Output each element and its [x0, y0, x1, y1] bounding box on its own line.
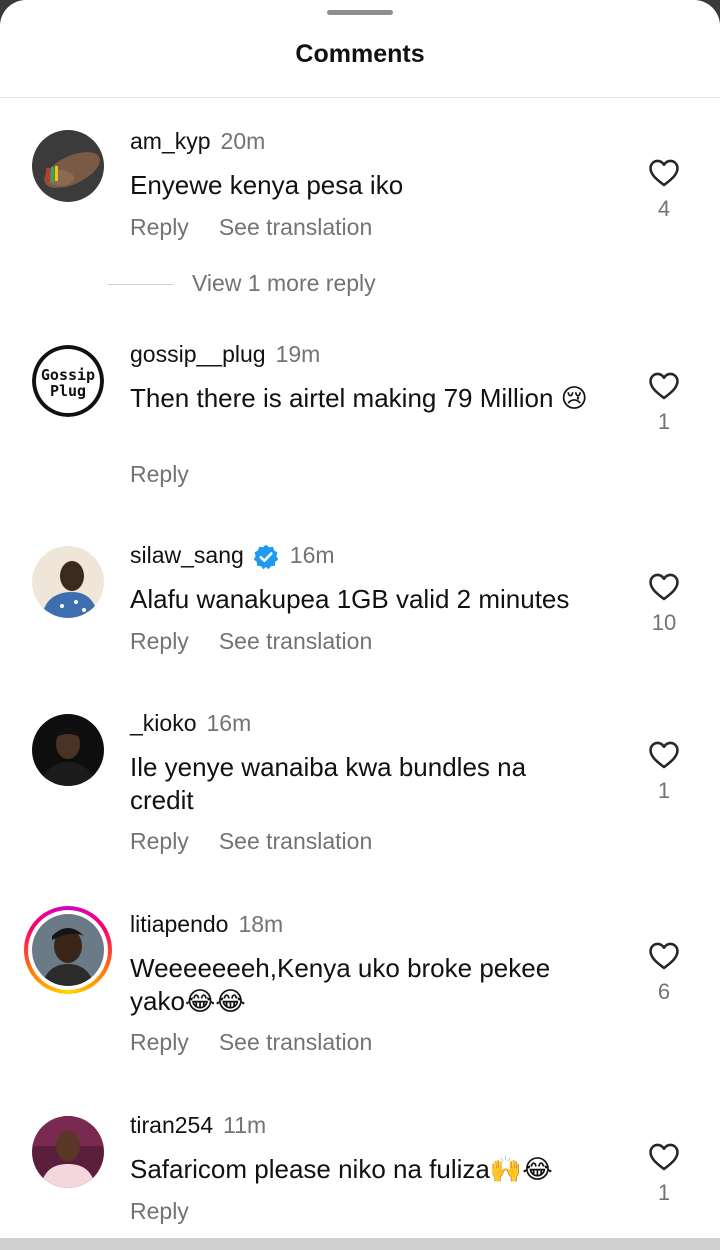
- comment-meta: tiran254 11m: [130, 1112, 266, 1139]
- see-translation-button[interactable]: See translation: [219, 1029, 372, 1056]
- comment-text-body: Safaricom please niko na fuliza: [130, 1154, 490, 1184]
- comment-text-body: Alafu wanakupea 1GB valid 2 minutes: [130, 584, 570, 614]
- comment-time: 19m: [275, 341, 321, 367]
- avatar[interactable]: [32, 714, 104, 786]
- sheet-drag-handle[interactable]: [327, 10, 393, 15]
- comment-time: 20m: [220, 128, 266, 154]
- like-control: 10: [640, 570, 688, 636]
- avatar-logo-line-2: Plug: [50, 382, 86, 400]
- like-count: 1: [657, 1180, 671, 1205]
- comment-username[interactable]: silaw_sang: [130, 542, 244, 568]
- reply-button[interactable]: Reply: [130, 1029, 189, 1056]
- avatar[interactable]: Gossip Plug: [32, 345, 104, 417]
- comment-text: Enyewe kenya pesa iko: [130, 169, 620, 202]
- comment-actions: Reply: [130, 1198, 219, 1225]
- like-control: 1: [640, 738, 688, 804]
- avatar[interactable]: [32, 546, 104, 618]
- like-count: 4: [657, 196, 671, 221]
- comment-time: 11m: [223, 1112, 267, 1138]
- verified-badge-icon: [252, 543, 280, 571]
- comment-actions: Reply See translation: [130, 1029, 372, 1056]
- sheet-title: Comments: [295, 40, 425, 68]
- comment-text: Weeeeeeeh,Kenya uko broke pekee yako😂😂: [130, 952, 610, 1018]
- comment-time: 18m: [238, 911, 284, 937]
- like-control: 6: [640, 939, 688, 1005]
- heart-outline-icon[interactable]: [647, 1140, 681, 1174]
- comment-text-body: Then there is airtel making 79 Million: [130, 383, 554, 413]
- avatar[interactable]: [32, 130, 104, 202]
- comment-text: Alafu wanakupea 1GB valid 2 minutes: [130, 583, 620, 616]
- comment-text: Ile yenye wanaiba kwa bundles na credit: [130, 751, 570, 817]
- like-count: 10: [651, 610, 677, 635]
- comment-emoji: 😂😂: [184, 986, 246, 1016]
- comment-time: 16m: [289, 542, 335, 568]
- comment-meta: silaw_sang 16m: [130, 542, 335, 571]
- comment-emoji: 🙌😂: [489, 1154, 553, 1184]
- comment-meta: _kioko 16m: [130, 710, 251, 737]
- replies-divider-line: [108, 284, 174, 285]
- comment-username[interactable]: _kioko: [130, 710, 196, 736]
- reply-button[interactable]: Reply: [130, 628, 189, 655]
- comment-emoji: 😢: [560, 383, 588, 413]
- story-ring-avatar[interactable]: [24, 906, 112, 994]
- see-translation-button[interactable]: See translation: [219, 628, 372, 655]
- comment-text-body: Ile yenye wanaiba kwa bundles na credit: [130, 752, 527, 815]
- comment-text: Then there is airtel making 79 Million 😢: [130, 382, 620, 415]
- like-control: 1: [640, 1140, 688, 1206]
- view-more-replies-label[interactable]: View 1 more reply: [192, 270, 376, 297]
- heart-outline-icon[interactable]: [647, 570, 681, 604]
- reply-button[interactable]: Reply: [130, 461, 189, 488]
- like-count: 6: [657, 979, 671, 1004]
- like-control: 4: [640, 156, 688, 222]
- like-count: 1: [657, 778, 671, 803]
- comment-username[interactable]: am_kyp: [130, 128, 211, 154]
- avatar[interactable]: [32, 1116, 104, 1188]
- header-divider: [0, 97, 720, 98]
- comment-username[interactable]: tiran254: [130, 1112, 213, 1138]
- heart-outline-icon[interactable]: [647, 369, 681, 403]
- comment-meta: gossip__plug 19m: [130, 341, 320, 368]
- comment-time: 16m: [206, 710, 252, 736]
- comment-actions: Reply: [130, 461, 219, 488]
- heart-outline-icon[interactable]: [647, 156, 681, 190]
- comment-username[interactable]: gossip__plug: [130, 341, 266, 367]
- reply-button[interactable]: Reply: [130, 214, 189, 241]
- comment-text: Safaricom please niko na fuliza🙌😂: [130, 1153, 620, 1186]
- see-translation-button[interactable]: See translation: [219, 828, 372, 855]
- bottom-edge-bar: [0, 1238, 720, 1250]
- comment-actions: Reply See translation: [130, 628, 372, 655]
- heart-outline-icon[interactable]: [647, 939, 681, 973]
- comment-username[interactable]: litiapendo: [130, 911, 228, 937]
- comment-actions: Reply See translation: [130, 214, 372, 241]
- see-translation-button[interactable]: See translation: [219, 214, 372, 241]
- like-control: 1: [640, 369, 688, 435]
- comment-text-body: Enyewe kenya pesa iko: [130, 170, 404, 200]
- reply-button[interactable]: Reply: [130, 1198, 189, 1225]
- like-count: 1: [657, 409, 671, 434]
- comment-meta: litiapendo 18m: [130, 911, 283, 938]
- comment-actions: Reply See translation: [130, 828, 372, 855]
- comment-meta: am_kyp 20m: [130, 128, 265, 155]
- heart-outline-icon[interactable]: [647, 738, 681, 772]
- comments-sheet: Comments am_kyp 20m Enyewe kenya pesa iko…: [0, 0, 720, 1250]
- reply-button[interactable]: Reply: [130, 828, 189, 855]
